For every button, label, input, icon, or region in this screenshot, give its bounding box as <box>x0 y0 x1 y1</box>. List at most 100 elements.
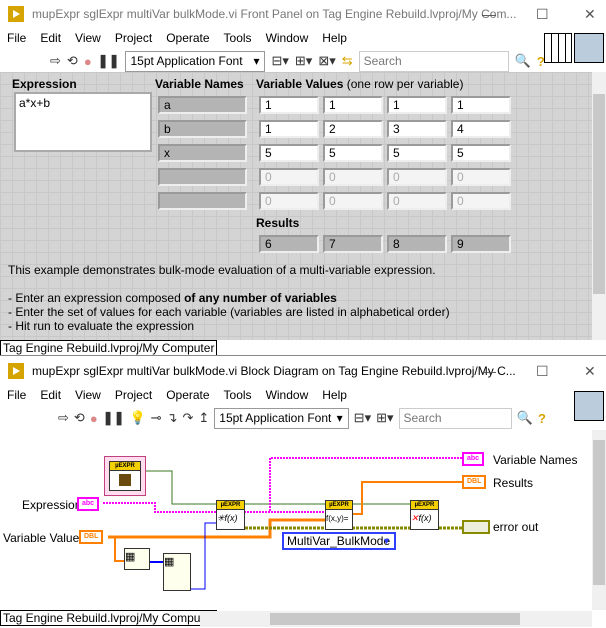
menu-edit[interactable]: Edit <box>33 386 68 404</box>
array-size-node[interactable]: ▦ <box>124 548 150 570</box>
variable-values-terminal[interactable]: DBL <box>79 530 104 544</box>
fxy-icon: f(x,y)= <box>326 514 349 523</box>
menu-file[interactable]: File <box>0 386 33 404</box>
result-cell[interactable]: 6 <box>259 235 319 253</box>
menu-view[interactable]: View <box>68 386 108 404</box>
distribute-objects-icon[interactable]: ⊞▾ <box>376 410 393 426</box>
maximize-button[interactable]: ☐ <box>536 363 549 380</box>
run-arrow-icon[interactable]: ⇨ <box>58 410 69 426</box>
fp-titlebar[interactable]: mupExpr sglExpr multiVar bulkMode.vi Fro… <box>0 0 606 28</box>
bd-horizontal-scrollbar[interactable] <box>200 611 592 627</box>
variable-value-cell[interactable]: 5 <box>387 144 447 162</box>
pause-icon[interactable]: ❚❚ <box>103 410 125 426</box>
variable-value-cell[interactable]: 5 <box>451 144 511 162</box>
menu-tools[interactable]: Tools <box>217 29 259 47</box>
bd-titlebar[interactable]: mupExpr sglExpr multiVar bulkMode.vi Blo… <box>0 357 606 385</box>
menu-window[interactable]: Window <box>259 386 316 404</box>
error-out-indicator[interactable] <box>462 520 490 534</box>
result-cell[interactable]: 7 <box>323 235 383 253</box>
class-constant[interactable]: µEXPR <box>104 456 146 496</box>
highlight-execution-icon[interactable]: 💡 <box>129 410 145 426</box>
menu-help[interactable]: Help <box>315 386 354 404</box>
abort-icon[interactable]: ● <box>90 411 98 426</box>
run-arrow-icon[interactable]: ⇨ <box>50 53 61 69</box>
variable-name-cell[interactable]: b <box>158 120 247 138</box>
menu-tools[interactable]: Tools <box>217 386 259 404</box>
menu-project[interactable]: Project <box>108 29 159 47</box>
variable-name-cell[interactable] <box>158 168 247 186</box>
minimize-button[interactable]: — <box>482 6 496 22</box>
variable-name-cell[interactable] <box>158 192 247 210</box>
font-dropdown[interactable]: 15pt Application Font <box>125 50 266 72</box>
variable-value-cell[interactable]: 4 <box>451 120 511 138</box>
close-button[interactable]: ✕ <box>584 6 596 23</box>
step-into-icon[interactable]: ↴ <box>167 410 178 426</box>
bd-vertical-scrollbar[interactable] <box>592 430 606 610</box>
minimize-button[interactable]: — <box>482 363 496 379</box>
destroy-expression-node[interactable]: µEXPR ✕f(x) <box>410 500 439 530</box>
variable-name-cell[interactable]: x <box>158 144 247 162</box>
results-indicator[interactable]: DBL <box>462 475 487 489</box>
pause-icon[interactable]: ❚❚ <box>98 53 120 69</box>
expression-label: Expression <box>12 77 77 91</box>
mode-enum-constant[interactable]: MultiVar_BulkMode ▼ <box>282 532 396 550</box>
variable-value-cell[interactable]: 5 <box>323 144 383 162</box>
menu-view[interactable]: View <box>68 29 108 47</box>
search-icon[interactable]: 🔍 <box>517 410 533 426</box>
chevron-down-icon[interactable]: ▼ <box>382 534 391 548</box>
variable-value-cell[interactable]: 0 <box>323 168 383 186</box>
menu-window[interactable]: Window <box>259 29 316 47</box>
variable-value-cell[interactable]: 0 <box>259 168 319 186</box>
result-cell[interactable]: 8 <box>387 235 447 253</box>
expression-terminal[interactable]: abc <box>77 497 100 511</box>
results-label: Results <box>256 216 300 230</box>
search-input[interactable]: Search <box>358 50 509 72</box>
variable-value-cell[interactable]: 0 <box>451 192 511 210</box>
resize-objects-icon[interactable]: ⊠▾ <box>318 53 335 69</box>
variable-value-cell[interactable]: 0 <box>387 192 447 210</box>
expression-input[interactable]: a*x+b <box>14 92 152 152</box>
menu-help[interactable]: Help <box>315 29 354 47</box>
search-icon[interactable]: 🔍 <box>515 53 531 69</box>
variable-value-cell[interactable]: 3 <box>387 120 447 138</box>
variable-value-cell[interactable]: 0 <box>323 192 383 210</box>
run-continuously-icon[interactable]: ⟲ <box>74 410 85 426</box>
step-over-icon[interactable]: ↷ <box>182 410 193 426</box>
menu-edit[interactable]: Edit <box>33 29 68 47</box>
variable-name-cell[interactable]: a <box>158 96 247 114</box>
close-button[interactable]: ✕ <box>584 363 596 380</box>
font-dropdown[interactable]: 15pt Application Font <box>214 407 349 429</box>
menu-operate[interactable]: Operate <box>159 386 216 404</box>
retain-wire-values-icon[interactable]: ⊸ <box>151 410 162 426</box>
help-icon[interactable]: ? <box>538 411 546 426</box>
align-objects-icon[interactable]: ⊟▾ <box>271 53 288 69</box>
variable-value-cell[interactable]: 1 <box>387 96 447 114</box>
variable-value-cell[interactable]: 0 <box>259 192 319 210</box>
vi-icon <box>574 33 604 63</box>
menu-file[interactable]: File <box>0 29 33 47</box>
variable-value-cell[interactable]: 0 <box>451 168 511 186</box>
menu-operate[interactable]: Operate <box>159 29 216 47</box>
distribute-objects-icon[interactable]: ⊞▾ <box>295 53 312 69</box>
create-expression-node[interactable]: µEXPR ✳f(x) <box>216 500 245 530</box>
menu-project[interactable]: Project <box>108 386 159 404</box>
variable-value-cell[interactable]: 5 <box>259 144 319 162</box>
index-array-node[interactable]: ▦ <box>163 553 191 591</box>
variable-names-indicator[interactable]: abc <box>462 452 485 466</box>
step-out-icon[interactable]: ↥ <box>198 410 209 426</box>
variable-value-cell[interactable]: 0 <box>387 168 447 186</box>
variable-value-cell[interactable]: 2 <box>323 120 383 138</box>
variable-value-cell[interactable]: 1 <box>259 96 319 114</box>
run-continuously-icon[interactable]: ⟲ <box>67 53 78 69</box>
evaluate-expression-node[interactable]: µEXPR f(x,y)= <box>325 500 353 530</box>
variable-value-cell[interactable]: 1 <box>259 120 319 138</box>
result-cell[interactable]: 9 <box>451 235 511 253</box>
fp-vertical-scrollbar[interactable] <box>592 72 606 340</box>
variable-value-cell[interactable]: 1 <box>451 96 511 114</box>
search-input[interactable]: Search <box>398 407 512 429</box>
abort-icon[interactable]: ● <box>84 54 92 69</box>
align-objects-icon[interactable]: ⊟▾ <box>354 410 371 426</box>
maximize-button[interactable]: ☐ <box>536 6 549 23</box>
reorder-icon[interactable]: ⇆ <box>342 53 353 69</box>
variable-value-cell[interactable]: 1 <box>323 96 383 114</box>
